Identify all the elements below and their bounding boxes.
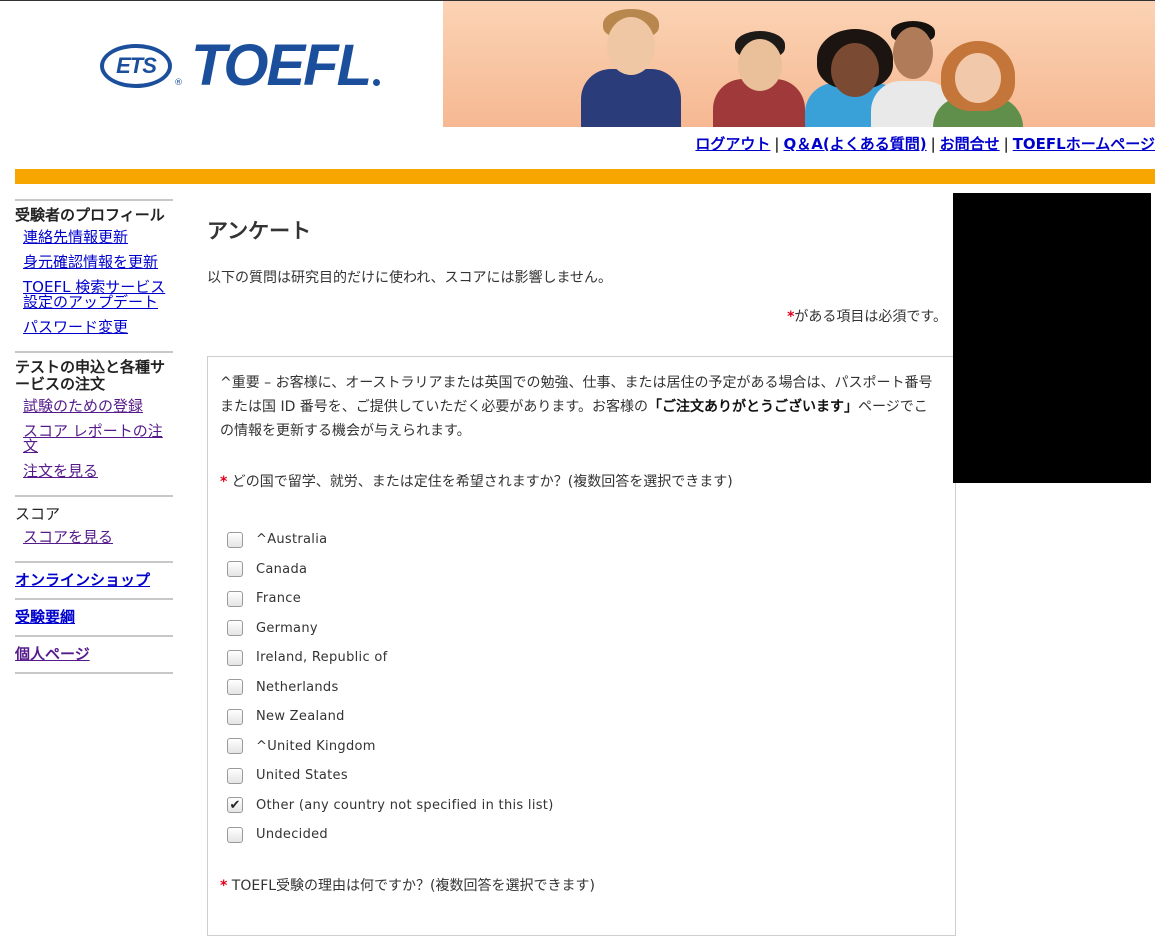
important-notice: ^重要 – お客様に、オーストラリアまたは英国での勉強、仕事、または居住の予定が…	[220, 371, 941, 443]
sidebar-item-online-shop-wrap: オンラインショップ	[15, 561, 173, 598]
redacted-panel	[953, 193, 1151, 483]
faq-link[interactable]: Q＆A(よくある質問)	[783, 135, 926, 153]
country-option-label: Ireland, Republic of	[256, 650, 388, 666]
intro-text: 以下の質問は研究目的だけに使われ、スコアには影響しません。	[207, 270, 613, 286]
logo-dot	[373, 79, 381, 86]
toefl-wordmark: TOEFL	[191, 33, 372, 98]
sidebar-item-contact-update[interactable]: 連絡先情報更新	[23, 230, 173, 245]
page-title: アンケート	[207, 219, 312, 243]
sidebar-item-test-registration[interactable]: 試験のための登録	[23, 399, 173, 414]
registered-mark: ®	[174, 78, 183, 88]
question-reason-text: TOEFL受験の理由は何ですか？(複数回答を選択できます)	[231, 877, 595, 894]
checkbox-checked[interactable]: ✔	[227, 797, 243, 814]
link-separator: |	[1003, 135, 1009, 153]
sidebar-item-view-scores[interactable]: スコアを見る	[23, 530, 173, 545]
header-banner-photo	[443, 1, 1155, 127]
country-option-row[interactable]: ^Australia	[220, 525, 941, 555]
sidebar-item-score-report-order[interactable]: スコア レポートの注文	[23, 424, 173, 454]
sidebar-item-bulletin[interactable]: 受験要綱	[15, 608, 75, 626]
required-note-text: がある項目は必須です。	[794, 309, 947, 325]
link-separator: |	[774, 135, 780, 153]
sidebar-item-bulletin-wrap: 受験要綱	[15, 598, 173, 635]
sidebar-item-personal-page[interactable]: 個人ページ	[15, 645, 90, 663]
checkbox[interactable]	[227, 561, 243, 578]
country-option-row[interactable]: Ireland, Republic of	[220, 643, 941, 673]
sidebar-item-online-shop[interactable]: オンラインショップ	[15, 571, 150, 589]
header-links: ログアウト | Q＆A(よくある質問) | お問合せ | TOEFLホームページ	[695, 133, 1155, 154]
sidebar-item-view-orders[interactable]: 注文を見る	[23, 464, 173, 479]
contact-link[interactable]: お問合せ	[940, 135, 1000, 153]
country-option-label: United States	[256, 768, 348, 784]
notice-bold-text: 「ご注文ありがとうございます」	[648, 399, 858, 415]
country-option-label: ^United Kingdom	[256, 738, 376, 754]
country-option-row[interactable]: Germany	[220, 614, 941, 644]
sidebar-heading-profile: 受験者のプロフィール	[15, 206, 165, 224]
country-option-label: Other (any country not specified in this…	[256, 797, 554, 813]
country-option-row[interactable]: ✔ Other (any country not specified in thi…	[220, 791, 941, 821]
sidebar-heading-orders: テストの申込と各種サービスの注文	[15, 358, 166, 393]
sidebar-item-identity-update[interactable]: 身元確認情報を更新	[23, 255, 173, 270]
question-country-text: どの国で留学、就労、または定住を希望されますか？(複数回答を選択できます)	[231, 474, 733, 490]
sidebar-item-personal-page-wrap: 個人ページ	[15, 635, 173, 672]
checkbox[interactable]	[227, 767, 243, 784]
required-note: *がある項目は必須です。	[757, 307, 947, 328]
checkbox[interactable]	[227, 590, 243, 607]
orange-divider-bar	[15, 169, 1155, 184]
required-star: *	[220, 474, 228, 490]
country-option-row[interactable]: Canada	[220, 555, 941, 585]
country-option-label: France	[256, 591, 302, 607]
banner-person-1	[571, 1, 691, 127]
sidebar-item-search-service-settings[interactable]: TOEFL 検索サービス設定のアップデート	[23, 280, 173, 310]
country-option-label: Germany	[256, 620, 318, 636]
country-option-label: Netherlands	[256, 679, 339, 695]
survey-form-box: ^重要 – お客様に、オーストラリアまたは英国での勉強、仕事、または居住の予定が…	[207, 356, 956, 936]
country-option-label: New Zealand	[256, 709, 345, 725]
sidebar-bottom-divider	[15, 672, 173, 674]
country-option-label: Undecided	[256, 827, 328, 843]
sidebar-group-profile: 受験者のプロフィール 連絡先情報更新 身元確認情報を更新 TOEFL 検索サービ…	[15, 199, 173, 351]
checkbox[interactable]	[227, 679, 243, 696]
country-option-label: ^Australia	[256, 532, 328, 548]
country-option-row[interactable]: ^United Kingdom	[220, 732, 941, 762]
country-option-row[interactable]: France	[220, 584, 941, 614]
sidebar-heading-scores: スコア	[15, 505, 61, 523]
checkbox[interactable]	[227, 738, 243, 755]
country-options: ^Australia Canada France Germany Ireland, Re…	[220, 525, 941, 850]
sidebar-nav: 受験者のプロフィール 連絡先情報更新 身元確認情報を更新 TOEFL 検索サービ…	[15, 199, 173, 674]
sidebar-group-scores: スコア スコアを見る	[15, 495, 173, 561]
toefl-logo[interactable]: ETS ® TOEFL	[100, 33, 381, 98]
banner-person-5	[923, 1, 1033, 127]
checkbox[interactable]	[227, 531, 243, 548]
country-option-row[interactable]: New Zealand	[220, 702, 941, 732]
logout-link[interactable]: ログアウト	[695, 135, 770, 153]
ets-logo-mark: ETS	[100, 44, 172, 88]
checkbox[interactable]	[227, 649, 243, 666]
checkbox[interactable]	[227, 826, 243, 843]
sidebar-group-orders: テストの申込と各種サービスの注文 試験のための登録 スコア レポートの注文 注文…	[15, 351, 173, 495]
question-reason: * TOEFL受験の理由は何ですか？(複数回答を選択できます)	[220, 875, 941, 895]
required-star: *	[220, 877, 228, 894]
checkbox[interactable]	[227, 708, 243, 725]
link-separator: |	[930, 135, 936, 153]
checkbox[interactable]	[227, 620, 243, 637]
question-country: * どの国で留学、就労、または定住を希望されますか？(複数回答を選択できます)	[220, 471, 941, 491]
country-option-row[interactable]: Undecided	[220, 820, 941, 850]
country-option-row[interactable]: United States	[220, 761, 941, 791]
main-content: アンケート 以下の質問は研究目的だけに使われ、スコアには影響しません。 *がある…	[207, 215, 955, 325]
country-option-label: Canada	[256, 561, 308, 577]
toefl-home-link[interactable]: TOEFLホームページ	[1013, 135, 1155, 153]
country-option-row[interactable]: Netherlands	[220, 673, 941, 703]
sidebar-item-password-change[interactable]: パスワード変更	[23, 320, 173, 335]
